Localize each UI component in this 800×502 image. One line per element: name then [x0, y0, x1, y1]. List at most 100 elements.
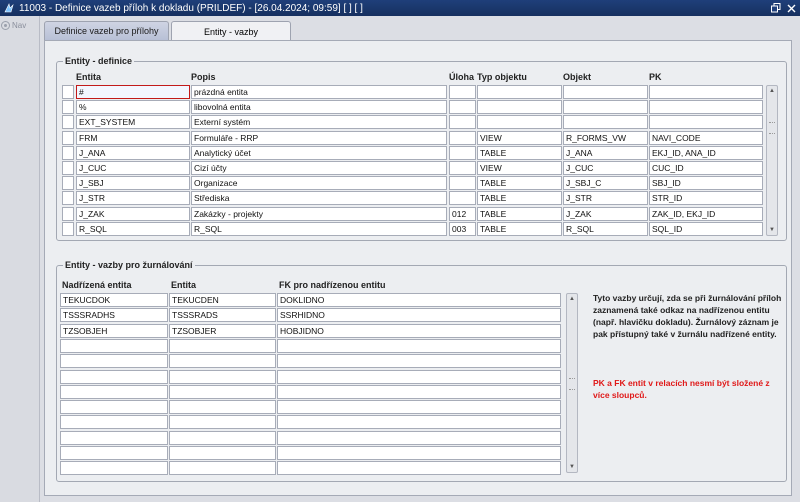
- journal-cell-entita[interactable]: [169, 431, 276, 445]
- journal-cell-fk[interactable]: HOBJIDNO: [277, 324, 561, 338]
- journal-cell-fk[interactable]: [277, 354, 561, 368]
- entity-cell-typ[interactable]: TABLE: [477, 146, 562, 160]
- journal-cell-entita[interactable]: [169, 385, 276, 399]
- journal-cell-fk[interactable]: [277, 461, 561, 475]
- entity-cell-typ[interactable]: TABLE: [477, 191, 562, 205]
- scroll-grip[interactable]: [569, 378, 575, 390]
- journal-table-scrollbar[interactable]: ▲ ▼: [566, 293, 578, 473]
- scroll-grip[interactable]: [769, 122, 775, 134]
- entity-cell-objekt[interactable]: J_CUC: [563, 161, 648, 175]
- journal-cell-nadrizena[interactable]: [60, 446, 168, 460]
- journal-cell-entita[interactable]: TSSSRADS: [169, 308, 276, 322]
- entity-cell-entita[interactable]: #: [76, 85, 190, 99]
- journal-cell-entita[interactable]: [169, 400, 276, 414]
- journal-cell-nadrizena[interactable]: [60, 339, 168, 353]
- entity-cell-uloha[interactable]: 012: [449, 207, 476, 221]
- entity-cell-pk[interactable]: [649, 85, 763, 99]
- journal-cell-fk[interactable]: [277, 370, 561, 384]
- entity-cell-typ[interactable]: TABLE: [477, 207, 562, 221]
- entity-cell-uloha[interactable]: [449, 176, 476, 190]
- entity-cell-popis[interactable]: Organizace: [191, 176, 447, 190]
- entity-cell-entita[interactable]: J_ZAK: [76, 207, 190, 221]
- journal-cell-nadrizena[interactable]: [60, 385, 168, 399]
- entity-cell-popis[interactable]: R_SQL: [191, 222, 447, 236]
- entity-cell-objekt[interactable]: J_SBJ_C: [563, 176, 648, 190]
- entity-cell-uloha[interactable]: [449, 161, 476, 175]
- entity-cell-popis[interactable]: Střediska: [191, 191, 447, 205]
- scroll-down-icon[interactable]: ▼: [567, 462, 577, 472]
- journal-cell-nadrizena[interactable]: [60, 431, 168, 445]
- entity-cell-entita[interactable]: R_SQL: [76, 222, 190, 236]
- entity-cell-pk[interactable]: [649, 115, 763, 129]
- entity-cell-objekt[interactable]: J_ZAK: [563, 207, 648, 221]
- entity-cell-popis[interactable]: Analytický účet: [191, 146, 447, 160]
- journal-cell-entita[interactable]: [169, 461, 276, 475]
- entity-cell-objekt[interactable]: [563, 100, 648, 114]
- entity-cell-entita[interactable]: J_SBJ: [76, 176, 190, 190]
- entity-cell-pk[interactable]: NAVI_CODE: [649, 131, 763, 145]
- entity-cell-entita[interactable]: EXT_SYSTEM: [76, 115, 190, 129]
- row-selector[interactable]: [62, 146, 74, 160]
- journal-cell-entita[interactable]: TZSOBJER: [169, 324, 276, 338]
- scroll-up-icon[interactable]: ▲: [567, 294, 577, 304]
- entity-cell-popis[interactable]: Formuláře - RRP: [191, 131, 447, 145]
- entity-cell-typ[interactable]: VIEW: [477, 161, 562, 175]
- row-selector[interactable]: [62, 131, 74, 145]
- journal-cell-nadrizena[interactable]: TZSOBJEH: [60, 324, 168, 338]
- entity-cell-entita[interactable]: J_ANA: [76, 146, 190, 160]
- scroll-down-icon[interactable]: ▼: [767, 225, 777, 235]
- row-selector[interactable]: [62, 176, 74, 190]
- entity-cell-uloha[interactable]: [449, 146, 476, 160]
- entity-cell-objekt[interactable]: [563, 115, 648, 129]
- journal-cell-entita[interactable]: [169, 446, 276, 460]
- entity-cell-popis[interactable]: Externí systém: [191, 115, 447, 129]
- scroll-up-icon[interactable]: ▲: [767, 86, 777, 96]
- row-selector[interactable]: [62, 207, 74, 221]
- journal-cell-nadrizena[interactable]: [60, 370, 168, 384]
- entity-cell-typ[interactable]: [477, 100, 562, 114]
- entity-cell-pk[interactable]: STR_ID: [649, 191, 763, 205]
- entity-cell-entita[interactable]: J_CUC: [76, 161, 190, 175]
- entity-cell-pk[interactable]: SBJ_ID: [649, 176, 763, 190]
- row-selector[interactable]: [62, 115, 74, 129]
- entity-cell-objekt[interactable]: R_FORMS_VW: [563, 131, 648, 145]
- row-selector[interactable]: [62, 85, 74, 99]
- entity-table-scrollbar[interactable]: ▲ ▼: [766, 85, 778, 236]
- entity-cell-pk[interactable]: CUC_ID: [649, 161, 763, 175]
- entity-cell-uloha[interactable]: [449, 100, 476, 114]
- journal-cell-entita[interactable]: [169, 339, 276, 353]
- journal-cell-nadrizena[interactable]: TSSSRADHS: [60, 308, 168, 322]
- journal-cell-fk[interactable]: [277, 446, 561, 460]
- close-icon[interactable]: [785, 2, 797, 14]
- row-selector[interactable]: [62, 161, 74, 175]
- entity-cell-uloha[interactable]: [449, 191, 476, 205]
- journal-cell-entita[interactable]: [169, 370, 276, 384]
- entity-cell-popis[interactable]: libovolná entita: [191, 100, 447, 114]
- entity-cell-objekt[interactable]: [563, 85, 648, 99]
- entity-cell-objekt[interactable]: R_SQL: [563, 222, 648, 236]
- journal-cell-fk[interactable]: [277, 400, 561, 414]
- journal-cell-entita[interactable]: TEKUCDEN: [169, 293, 276, 307]
- entity-cell-typ[interactable]: [477, 115, 562, 129]
- restore-window-icon[interactable]: [770, 2, 782, 14]
- entity-cell-typ[interactable]: TABLE: [477, 176, 562, 190]
- entity-cell-uloha[interactable]: [449, 85, 476, 99]
- entity-cell-pk[interactable]: EKJ_ID, ANA_ID: [649, 146, 763, 160]
- journal-cell-nadrizena[interactable]: [60, 400, 168, 414]
- journal-cell-nadrizena[interactable]: [60, 354, 168, 368]
- entity-cell-uloha[interactable]: 003: [449, 222, 476, 236]
- entity-cell-pk[interactable]: [649, 100, 763, 114]
- row-selector[interactable]: [62, 191, 74, 205]
- nav-button[interactable]: Nav: [1, 21, 26, 30]
- journal-cell-nadrizena[interactable]: TEKUCDOK: [60, 293, 168, 307]
- journal-cell-fk[interactable]: [277, 339, 561, 353]
- entity-cell-entita[interactable]: %: [76, 100, 190, 114]
- journal-cell-fk[interactable]: [277, 385, 561, 399]
- entity-cell-popis[interactable]: prázdná entita: [191, 85, 447, 99]
- journal-cell-fk[interactable]: DOKLIDNO: [277, 293, 561, 307]
- entity-cell-objekt[interactable]: J_STR: [563, 191, 648, 205]
- entity-cell-uloha[interactable]: [449, 131, 476, 145]
- tab-definice-vazeb[interactable]: Definice vazeb pro přílohy: [44, 21, 169, 40]
- tab-entity-vazby[interactable]: Entity - vazby: [171, 21, 291, 41]
- entity-cell-typ[interactable]: VIEW: [477, 131, 562, 145]
